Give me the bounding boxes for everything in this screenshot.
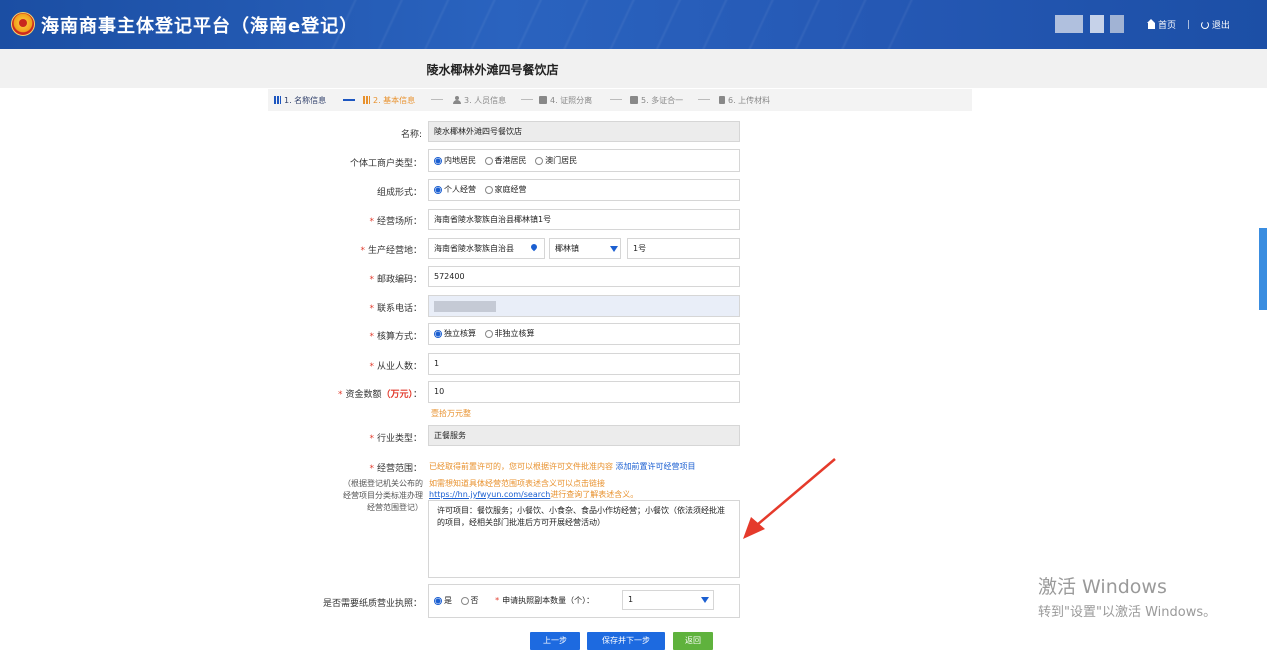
chevron-down-icon (701, 597, 709, 603)
home-icon (1147, 18, 1155, 29)
paper-license-label: 是否需要纸质营业执照： (322, 599, 422, 609)
page-title: 陵水椰林外滩四号餐饮店 (426, 63, 559, 77)
header-separator: | (1186, 19, 1190, 30)
radio-non-independent[interactable]: 非独立核算 (484, 329, 535, 338)
blurred-user-info (1055, 15, 1083, 33)
back-button[interactable]: 返回 (673, 632, 713, 650)
step-connector (610, 99, 622, 100)
radio-dot (434, 186, 442, 194)
title-bar: 陵水椰林外滩四号餐饮店 (0, 49, 1267, 88)
phone-input[interactable] (428, 295, 740, 317)
production-detail-input[interactable]: 1号 (627, 238, 740, 259)
scope-label: * 经营范围： (369, 464, 422, 474)
logout-label: 退出 (1211, 21, 1230, 31)
postal-label: * 邮政编码： (369, 275, 422, 285)
step-multi-certificate[interactable]: 5. 多证合一 (630, 95, 683, 106)
power-icon (1200, 20, 1209, 29)
name-field[interactable]: 陵水椰林外滩四号餐饮店 (428, 121, 740, 142)
blurred-user-info (1110, 15, 1124, 33)
scope-side-note: （根据登记机关公布的经营项目分类标准办理经营范围登记） (343, 479, 423, 512)
upload-icon (719, 96, 725, 104)
scope-hint-link-line: https://hn.jyfwyun.com/search进行查询了解表述含义。 (429, 490, 639, 499)
header-links: 首页 | 退出 (1147, 18, 1230, 31)
industry-field[interactable]: 正餐服务 (428, 425, 740, 446)
step-license-separation[interactable]: 4. 证照分离 (539, 95, 592, 106)
postal-input[interactable]: 572400 (428, 266, 740, 287)
household-type-label: 个体工商户类型： (349, 159, 422, 169)
person-icon (453, 96, 461, 104)
radio-family[interactable]: 家庭经营 (484, 185, 527, 194)
save-next-button[interactable]: 保存并下一步 (587, 632, 665, 650)
accounting-label: * 核算方式： (369, 332, 422, 342)
capital-label: * 资金数额（万元）： (337, 390, 422, 400)
accounting-group: 独立核算 非独立核算 (428, 323, 740, 345)
progress-steps: 1. 名称信息 2. 基本信息 3. 人员信息 4. 证照分离 5. 多证合一 … (268, 89, 972, 111)
premises-input[interactable]: 海南省陵水黎族自治县椰林镇1号 (428, 209, 740, 230)
bar-chart-icon (363, 96, 370, 104)
chevron-down-icon (610, 246, 618, 252)
radio-dot (434, 330, 442, 338)
copies-select[interactable]: 1 (622, 590, 714, 610)
arrow-shaft (756, 458, 836, 526)
step-basic-info[interactable]: 2. 基本信息 (363, 95, 415, 106)
certificate-icon (539, 96, 547, 104)
radio-dot (434, 157, 442, 165)
radio-dot (484, 330, 493, 338)
household-type-group: 内地居民 香港居民 澳门居民 (428, 149, 740, 172)
production-label: * 生产经营地： (360, 246, 422, 256)
logout-link[interactable]: 退出 (1200, 18, 1230, 31)
step-upload-materials[interactable]: 6. 上传材料 (719, 95, 770, 106)
copies-label: * 申请执照副本数量（个）： (495, 596, 595, 605)
scope-search-link[interactable]: https://hn.jyfwyun.com/search (429, 490, 550, 499)
capital-input[interactable]: 10 (428, 381, 740, 403)
header-decoration (330, 0, 930, 49)
radio-dot (484, 186, 493, 194)
radio-dot (460, 597, 469, 605)
radio-independent[interactable]: 独立核算 (434, 329, 476, 338)
scope-hint-line: 如需想知道具体经营范围项表述含义可以点击链接 (429, 479, 605, 488)
employees-input[interactable]: 1 (428, 353, 740, 375)
radio-mainland[interactable]: 内地居民 (434, 156, 476, 165)
scope-textarea[interactable]: 许可项目：餐饮服务；小餐饮、小食杂、食品小作坊经营；小餐饮（依法须经批准的项目，… (428, 500, 740, 578)
radio-paper-no[interactable]: 否 (460, 596, 479, 605)
blurred-user-info (1090, 15, 1104, 33)
step-name-info[interactable]: 1. 名称信息 (274, 95, 326, 106)
employees-label: * 从业人数： (369, 362, 422, 372)
radio-macau[interactable]: 澳门居民 (535, 156, 577, 165)
emblem-icon (11, 12, 35, 36)
radio-dot (535, 157, 544, 165)
scope-notice: 已经取得前置许可的，您可以根据许可文件批准内容 添加前置许可经营项目 (429, 462, 696, 471)
bar-chart-icon (274, 96, 281, 104)
capital-uppercase-hint: 壹拾万元整 (431, 409, 471, 418)
windows-activation-watermark: 激活 Windows 转到"设置"以激活 Windows。 (1038, 576, 1217, 620)
blurred-phone (434, 301, 496, 312)
phone-label: * 联系电话： (369, 304, 422, 314)
step-connector (521, 99, 533, 100)
radio-paper-yes[interactable]: 是 (434, 596, 452, 605)
side-tab[interactable] (1259, 228, 1267, 310)
step-personnel-info[interactable]: 3. 人员信息 (453, 95, 506, 106)
annotation-arrow (743, 458, 836, 539)
composition-label: 组成形式： (376, 188, 422, 198)
home-label: 首页 (1158, 21, 1177, 31)
document-icon (630, 96, 638, 104)
production-town-select[interactable]: 椰林镇 (549, 238, 621, 259)
production-region-select[interactable]: 海南省陵水黎族自治县 (428, 238, 545, 259)
add-prior-permit-link[interactable]: 添加前置许可经营项目 (616, 462, 696, 471)
radio-individual[interactable]: 个人经营 (434, 185, 476, 194)
home-link[interactable]: 首页 (1147, 18, 1177, 31)
radio-hongkong[interactable]: 香港居民 (484, 156, 527, 165)
premises-label: * 经营场所： (369, 217, 422, 227)
prev-step-button[interactable]: 上一步 (530, 632, 580, 650)
step-connector (343, 99, 355, 101)
app-title: 海南商事主体登记平台（海南e登记） (41, 16, 359, 37)
top-header: 海南商事主体登记平台（海南e登记） 首页 | 退出 (0, 0, 1267, 49)
step-connector (698, 99, 710, 100)
composition-group: 个人经营 家庭经营 (428, 179, 740, 201)
radio-dot (434, 597, 442, 605)
step-connector (431, 99, 443, 100)
industry-label: * 行业类型： (369, 434, 422, 444)
name-label: 名称: (400, 130, 422, 140)
radio-dot (484, 157, 493, 165)
